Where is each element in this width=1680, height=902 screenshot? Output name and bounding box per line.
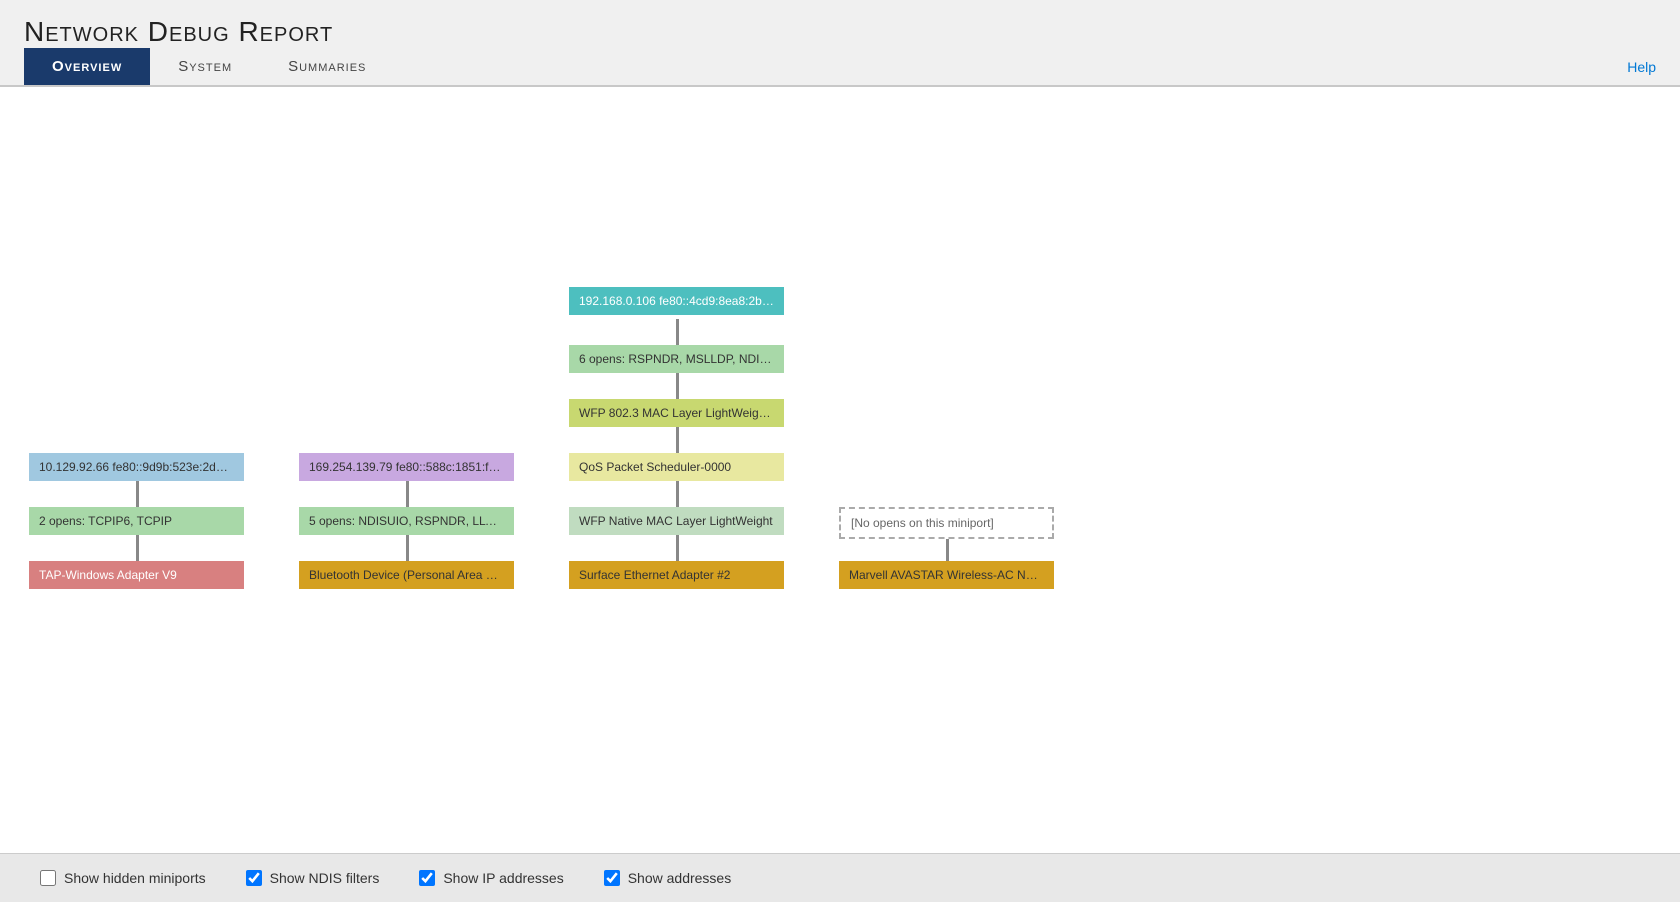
node-marvell[interactable]: Marvell AVASTAR Wireless-AC Netw <box>839 561 1054 589</box>
app-header: Network Debug Report <box>0 0 1680 48</box>
connector-n7-n8 <box>136 481 139 509</box>
bottom-bar: Show hidden miniports Show NDIS filters … <box>0 853 1680 902</box>
node-wfp-8023[interactable]: WFP 802.3 MAC Layer LightWeight Fi <box>569 399 784 427</box>
node-ip-tap[interactable]: 10.129.92.66 fe80::9d9b:523e:2d70:2 <box>29 453 244 481</box>
connector-n11-n12 <box>406 535 409 563</box>
nav-bar: Overview System Summaries Help <box>0 48 1680 87</box>
tab-summaries[interactable]: Summaries <box>260 48 394 85</box>
node-opens-bluetooth[interactable]: 5 opens: NDISUIO, RSPNDR, LLTDIO, <box>299 507 514 535</box>
show-ip-checkbox[interactable] <box>419 870 435 886</box>
main-content: 192.168.0.106 fe80::4cd9:8ea8:2bc0:e 6 o… <box>0 87 1680 853</box>
node-wfp-native[interactable]: WFP Native MAC Layer LightWeight <box>569 507 784 535</box>
node-no-opens[interactable]: [No opens on this miniport] <box>839 507 1054 539</box>
help-link[interactable]: Help <box>1627 59 1656 75</box>
tab-system[interactable]: System <box>150 48 260 85</box>
node-qos[interactable]: QoS Packet Scheduler-0000 <box>569 453 784 481</box>
node-ip-main[interactable]: 192.168.0.106 fe80::4cd9:8ea8:2bc0:e <box>569 287 784 315</box>
show-addresses-text: Show addresses <box>628 870 732 886</box>
connector-n8-n9 <box>136 535 139 563</box>
app-title: Network Debug Report <box>24 16 1656 48</box>
show-ip-label[interactable]: Show IP addresses <box>419 870 563 886</box>
show-ip-text: Show IP addresses <box>443 870 563 886</box>
node-opens-main[interactable]: 6 opens: RSPNDR, MSLLDP, NDISUIO <box>569 345 784 373</box>
show-ndis-text: Show NDIS filters <box>270 870 380 886</box>
connector-n2-n3 <box>676 373 679 401</box>
connector-n5-n6 <box>676 535 679 563</box>
connector-n10-n11 <box>406 481 409 509</box>
node-tap-windows[interactable]: TAP-Windows Adapter V9 <box>29 561 244 589</box>
node-surface-ethernet[interactable]: Surface Ethernet Adapter #2 <box>569 561 784 589</box>
connector-n1-n2 <box>676 319 679 347</box>
show-ndis-label[interactable]: Show NDIS filters <box>246 870 380 886</box>
node-bluetooth-device[interactable]: Bluetooth Device (Personal Area Net <box>299 561 514 589</box>
network-diagram: 192.168.0.106 fe80::4cd9:8ea8:2bc0:e 6 o… <box>24 127 1656 707</box>
connector-n13-n14 <box>946 535 949 563</box>
show-ndis-checkbox[interactable] <box>246 870 262 886</box>
show-addresses-label[interactable]: Show addresses <box>604 870 732 886</box>
show-hidden-checkbox[interactable] <box>40 870 56 886</box>
show-hidden-text: Show hidden miniports <box>64 870 206 886</box>
connector-n3-n4 <box>676 427 679 455</box>
connector-n4-n5 <box>676 481 679 509</box>
tab-overview[interactable]: Overview <box>24 48 150 85</box>
show-hidden-label[interactable]: Show hidden miniports <box>40 870 206 886</box>
node-opens-tap[interactable]: 2 opens: TCPIP6, TCPIP <box>29 507 244 535</box>
node-ip-bluetooth[interactable]: 169.254.139.79 fe80::588c:1851:f711: <box>299 453 514 481</box>
show-addresses-checkbox[interactable] <box>604 870 620 886</box>
